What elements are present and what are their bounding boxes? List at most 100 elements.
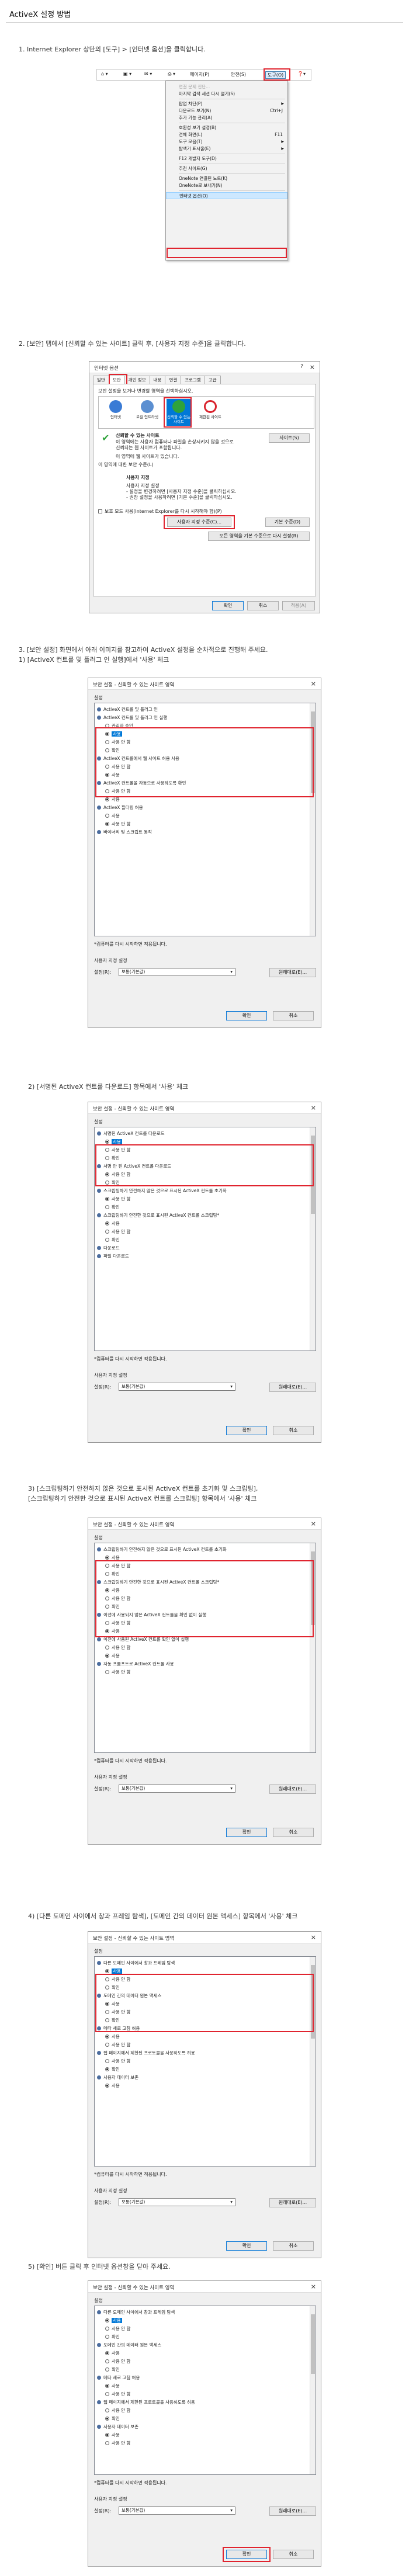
radio-option[interactable]: 사용 (95, 2349, 316, 2358)
protected-mode-checkbox[interactable]: 보호 모드 사용(Internet Explorer를 다시 시작해야 함)(P… (98, 508, 222, 515)
radio-option[interactable]: 사용 안 함 (95, 2325, 316, 2333)
radio-icon[interactable] (105, 2335, 109, 2339)
menu-item[interactable]: 도구 모음(T) ▶ (166, 138, 287, 145)
cancel-button[interactable]: 취소 (273, 1426, 314, 1435)
radio-icon[interactable] (105, 1670, 109, 1674)
ok-button[interactable]: 확인 (226, 2241, 267, 2251)
tab-advanced[interactable]: 고급 (204, 376, 221, 384)
zone-local-intranet[interactable]: 로컬 인트라넷 (135, 399, 160, 426)
reset-button[interactable]: 원래대로(E)... (269, 1383, 316, 1392)
radio-option[interactable]: 사용 (95, 812, 316, 820)
cancel-button[interactable]: 취소 (273, 2550, 314, 2559)
help-button[interactable]: ? (300, 364, 303, 370)
radio-option[interactable]: 확인 (95, 2333, 316, 2341)
cancel-button[interactable]: 취소 (273, 1011, 314, 1020)
radio-icon[interactable] (105, 2367, 109, 2372)
reset-level-select[interactable]: 보통(기본값) ▾ (119, 2506, 235, 2515)
ok-button[interactable]: 확인 (226, 1828, 267, 1837)
ok-button[interactable]: 확인 (212, 601, 244, 610)
radio-option[interactable]: 사용 안 함 (95, 1195, 316, 1203)
reset-button[interactable]: 원래대로(E)... (269, 1785, 316, 1794)
radio-icon[interactable] (105, 1645, 109, 1650)
radio-icon[interactable] (105, 2417, 109, 2421)
zone-internet[interactable]: 인터넷 (103, 399, 128, 426)
radio-option[interactable]: 사용 (95, 2082, 316, 2090)
close-button[interactable]: × (311, 1104, 316, 1112)
radio-icon[interactable] (105, 2059, 109, 2063)
tab-general[interactable]: 일반 (93, 376, 109, 384)
reset-level-select[interactable]: 보통(기본값) ▾ (119, 2198, 235, 2206)
menu-item[interactable]: 인터넷 옵션(O) (166, 192, 287, 199)
cancel-button[interactable]: 취소 (273, 2241, 314, 2251)
radio-option[interactable]: 사용 (95, 1220, 316, 1228)
radio-option[interactable]: 사용 안 함 (95, 2358, 316, 2366)
radio-icon[interactable] (105, 2035, 109, 2039)
tab-programs[interactable]: 프로그램 (181, 376, 205, 384)
radio-option[interactable]: 확인 (95, 2415, 316, 2423)
home-icon[interactable]: ⌂ ▾ (99, 71, 110, 77)
cancel-button[interactable]: 취소 (247, 601, 279, 610)
radio-icon[interactable] (105, 2351, 109, 2355)
scroll-thumb[interactable] (311, 2314, 315, 2374)
radio-option[interactable]: 사용 안 함 (95, 2390, 316, 2398)
ok-button[interactable]: 확인 (226, 1011, 267, 1020)
feeds-icon[interactable]: ▣ ▾ (122, 71, 133, 77)
close-button[interactable]: × (311, 680, 316, 688)
menu-item[interactable]: 탐색기 표시줄(E) ▶ (166, 145, 287, 152)
radio-option[interactable]: 확인 (95, 1236, 316, 1244)
menu-item[interactable]: 연결 문제 진단... (166, 84, 287, 91)
radio-option[interactable]: 사용 안 함 (95, 820, 316, 828)
default-level-button[interactable]: 기본 수준(D) (265, 518, 310, 527)
radio-icon[interactable] (105, 1654, 109, 1658)
radio-icon[interactable] (105, 1221, 109, 1225)
safety-menu[interactable]: 안전(S) (229, 71, 248, 78)
radio-icon[interactable] (105, 2318, 109, 2322)
menu-item[interactable]: OneNote로 보내기(N) (166, 182, 287, 189)
radio-icon[interactable] (105, 2441, 109, 2445)
radio-option[interactable]: 사용 (95, 2033, 316, 2041)
radio-icon[interactable] (105, 2392, 109, 2396)
radio-option[interactable]: 사용 (95, 2431, 316, 2439)
radio-option[interactable]: 사용 안 함 (95, 1644, 316, 1652)
radio-icon[interactable] (105, 1197, 109, 1201)
close-button[interactable]: × (311, 1933, 316, 1941)
radio-option[interactable]: 사용 안 함 (95, 1668, 316, 1676)
reset-all-zones-button[interactable]: 모든 영역을 기본 수준으로 다시 설정(R) (208, 532, 310, 541)
radio-option[interactable]: 사용 (95, 2382, 316, 2390)
radio-icon[interactable] (105, 2408, 109, 2412)
radio-option[interactable]: 사용 안 함 (95, 2407, 316, 2415)
radio-icon[interactable] (105, 1230, 109, 1234)
radio-icon[interactable] (105, 2084, 109, 2088)
zone-restricted-sites[interactable]: 제한된 사이트 (198, 399, 223, 426)
menu-item[interactable]: 마지막 검색 세션 다시 열기(S) (166, 91, 287, 98)
radio-option[interactable]: 사용 안 함 (95, 2057, 316, 2065)
cancel-button[interactable]: 취소 (273, 1828, 314, 1837)
reset-level-select[interactable]: 보통(기본값) ▾ (119, 1383, 235, 1391)
radio-icon[interactable] (105, 822, 109, 826)
reset-button[interactable]: 원래대로(E)... (269, 968, 316, 977)
radio-option[interactable]: 확인 (95, 1203, 316, 1211)
radio-option[interactable]: 사용 (95, 2317, 316, 2325)
list-scrollbar[interactable] (310, 2306, 316, 2474)
radio-icon[interactable] (105, 1140, 109, 1144)
radio-icon[interactable] (105, 2433, 109, 2437)
radio-icon[interactable] (105, 2327, 109, 2331)
tab-privacy[interactable]: 개인 정보 (124, 376, 150, 384)
radio-option[interactable]: 사용 (95, 1652, 316, 1660)
radio-icon[interactable] (105, 814, 109, 818)
radio-option[interactable]: 사용 안 함 (95, 2041, 316, 2049)
tab-content[interactable]: 내용 (149, 376, 166, 384)
tab-connections[interactable]: 연결 (165, 376, 182, 384)
page-menu[interactable]: 페이지(P) (188, 71, 211, 78)
mail-icon[interactable]: ✉ ▾ (143, 71, 154, 77)
close-button[interactable]: × (311, 1520, 316, 1527)
radio-icon[interactable] (105, 2384, 109, 2388)
print-icon[interactable]: ⎙ ▾ (166, 71, 177, 77)
menu-item[interactable]: 다운로드 보기(N) Ctrl+J (166, 107, 287, 114)
menu-item[interactable]: OneNote 연결된 노트(K) (166, 175, 287, 182)
radio-icon[interactable] (105, 2067, 109, 2071)
radio-icon[interactable] (105, 797, 109, 801)
reset-level-select[interactable]: 보통(기본값) ▾ (119, 1785, 235, 1793)
radio-option[interactable]: 확인 (95, 2366, 316, 2374)
radio-icon[interactable] (105, 1238, 109, 1242)
